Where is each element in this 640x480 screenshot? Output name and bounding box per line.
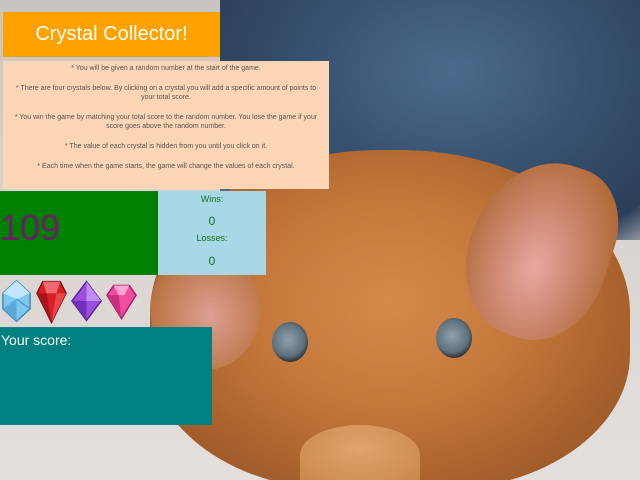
instruction-line: * You win the game by matching your tota… xyxy=(14,114,318,130)
score-label: Your score: xyxy=(1,332,72,348)
score-panel: Your score: xyxy=(0,327,212,425)
random-number-panel: 109 xyxy=(0,191,158,275)
wins-label: Wins: xyxy=(200,194,224,204)
random-number: 109 xyxy=(0,207,61,248)
instruction-line: * The value of each crystal is hidden fr… xyxy=(64,143,268,150)
blue-diamond-crystal-icon[interactable] xyxy=(0,277,33,325)
losses-value: 0 xyxy=(208,254,216,268)
losses-label: Losses: xyxy=(196,233,228,243)
background-dog-eye-left xyxy=(272,322,308,362)
purple-amethyst-crystal-icon[interactable] xyxy=(70,277,103,325)
game-title-text: Crystal Collector! xyxy=(35,23,188,45)
wins-value: 0 xyxy=(208,214,216,228)
pink-crystal-icon[interactable] xyxy=(105,277,138,325)
instruction-line: * You will be given a random number at t… xyxy=(71,65,261,72)
red-ruby-crystal-icon[interactable] xyxy=(35,277,68,325)
background-dog-eye-right xyxy=(436,318,472,358)
background-dog-muzzle xyxy=(300,425,420,480)
stats-panel: Wins: 0 Losses: 0 xyxy=(158,191,266,275)
instructions-panel: * You will be given a random number at t… xyxy=(3,61,329,189)
instruction-line: * Each time when the game starts, the ga… xyxy=(37,163,295,170)
crystals-row xyxy=(0,277,140,327)
game-title: Crystal Collector! xyxy=(3,12,220,57)
instruction-line: * There are four crystals below. By clic… xyxy=(15,85,317,101)
